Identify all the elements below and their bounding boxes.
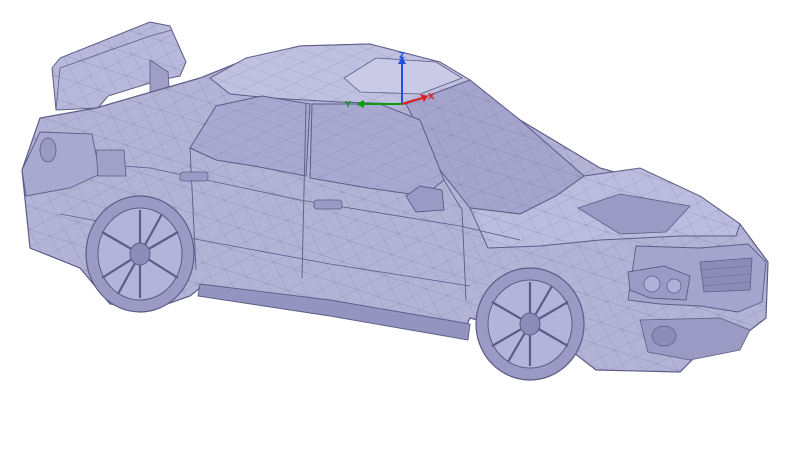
y-axis-label: Y (344, 100, 351, 109)
3d-viewport[interactable]: Z Y X (0, 0, 800, 458)
car-mesh-model[interactable]: Z Y X (0, 0, 800, 458)
z-axis-label: Z (399, 51, 405, 60)
x-axis-label: X (428, 92, 435, 101)
rear-wheel (85, 195, 195, 313)
front-wheel (475, 267, 585, 381)
